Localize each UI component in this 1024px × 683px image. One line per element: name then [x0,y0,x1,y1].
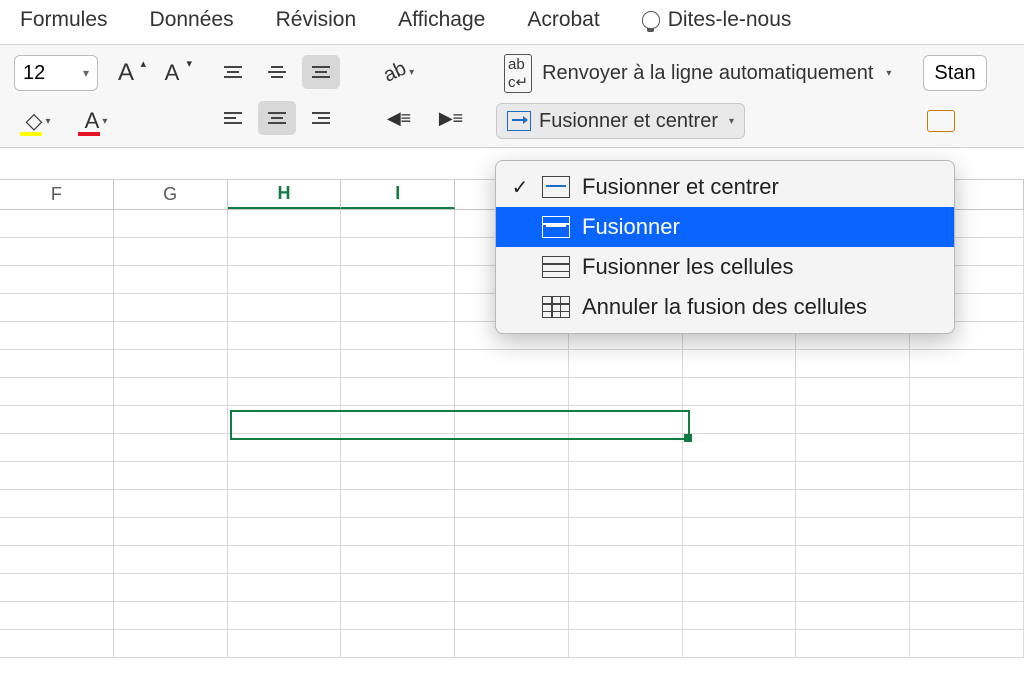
chevron-down-icon: ▾ [409,67,414,78]
decrease-font-size-button[interactable]: A▾ [154,55,190,91]
font-group: 12 ▾ A▴ A▾ ◇ ▾ A ▾ [14,55,190,139]
wrap-text-button[interactable]: abc↵ Renvoyer à la ligne automatiquement… [496,55,899,91]
column-header[interactable]: F [0,180,114,209]
align-left-button[interactable] [214,101,252,135]
merge-across-icon [542,216,570,238]
chevron-down-icon: ▾ [886,68,891,79]
merge-center-label: Fusionner et centrer [539,110,718,133]
merge-dropdown: ✓ Fusionner et centrer Fusionner Fusionn… [495,160,955,334]
menu-tell-me[interactable]: Dites-le-nous [642,8,792,32]
chevron-down-icon: ▾ [83,66,89,80]
merge-cells-icon [542,256,570,278]
chevron-down-icon: ▾ [729,116,734,127]
orientation-button[interactable]: ab ▾ [378,55,420,89]
option-label: Fusionner les cellules [582,254,794,280]
menu-bar: Formules Données Révision Affichage Acro… [0,0,1024,45]
ribbon: 12 ▾ A▴ A▾ ◇ ▾ A ▾ [0,45,1024,148]
font-color-button[interactable]: A ▾ [72,103,120,139]
align-right-button[interactable] [302,101,340,135]
column-header[interactable]: G [114,180,228,209]
number-format-value: Stan [934,62,975,85]
number-format-select[interactable]: Stan [923,55,986,91]
tell-me-label: Dites-le-nous [668,8,792,32]
option-label: Annuler la fusion des cellules [582,294,867,320]
decrease-indent-button[interactable]: ◀≡ [378,101,420,135]
menu-acrobat[interactable]: Acrobat [527,8,599,32]
column-header[interactable]: H [228,180,342,209]
lightbulb-icon [642,11,660,29]
decrease-indent-icon: ◀≡ [387,108,411,129]
menu-review[interactable]: Révision [276,8,357,32]
align-center-button[interactable] [258,101,296,135]
fill-color-button[interactable]: ◇ ▾ [14,103,62,139]
increase-indent-icon: ▶≡ [439,108,463,129]
merge-center-button[interactable]: Fusionner et centrer ▾ [496,103,745,139]
font-color-icon: A [85,108,100,134]
increase-font-size-button[interactable]: A▴ [108,55,144,91]
menu-data[interactable]: Données [150,8,234,32]
font-size-select[interactable]: 12 ▾ [14,55,98,91]
merge-cells-option[interactable]: Fusionner les cellules [496,247,954,287]
chevron-down-icon: ▾ [102,116,107,127]
align-bottom-button[interactable] [302,55,340,89]
merge-across-option[interactable]: Fusionner [496,207,954,247]
merge-and-center-option[interactable]: ✓ Fusionner et centrer [496,167,954,207]
merge-center-icon [507,111,531,131]
increase-indent-button[interactable]: ▶≡ [430,101,472,135]
unmerge-cells-option[interactable]: Annuler la fusion des cellules [496,287,954,327]
paint-bucket-icon: ◇ [26,108,43,134]
merge-center-icon [542,176,570,198]
chevron-down-icon: ▾ [45,116,50,127]
column-header[interactable]: I [341,180,455,209]
number-format-group: Stan [923,55,986,139]
menu-view[interactable]: Affichage [398,8,485,32]
orientation-icon: ab [380,57,410,87]
option-label: Fusionner [582,214,680,240]
check-icon: ✓ [510,175,530,200]
wrap-text-icon: abc↵ [504,54,532,93]
wrap-text-label: Renvoyer à la ligne automatiquement [542,62,873,85]
currency-icon [927,110,955,132]
unmerge-icon [542,296,570,318]
align-top-button[interactable] [214,55,252,89]
currency-button[interactable] [923,103,959,139]
wrap-merge-group: abc↵ Renvoyer à la ligne automatiquement… [496,55,899,139]
align-middle-button[interactable] [258,55,296,89]
font-size-value: 12 [23,62,45,85]
alignment-group: ab ▾ ◀≡ ▶≡ [214,55,472,135]
option-label: Fusionner et centrer [582,174,779,200]
menu-formulas[interactable]: Formules [20,8,108,32]
